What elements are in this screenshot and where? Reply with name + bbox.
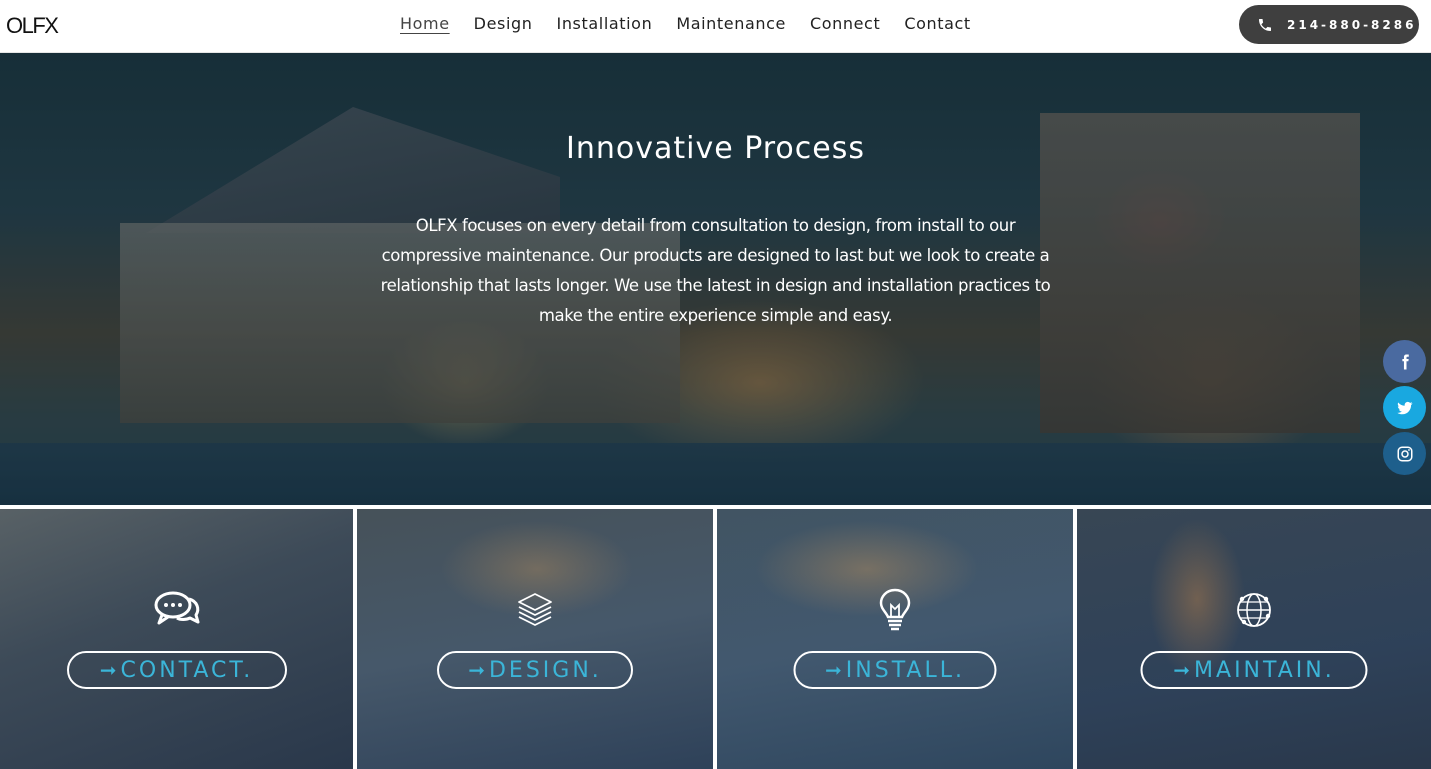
tile-background [717,509,1073,769]
twitter-button[interactable] [1383,386,1426,429]
contact-button-label: CONTACT. [120,657,254,683]
design-button-label: DESIGN. [488,657,602,683]
nav-maintenance[interactable]: Maintenance [664,14,798,34]
maintain-button-label: MAINTAIN. [1194,657,1335,683]
tile-background [1077,509,1431,769]
install-button[interactable]: ➞ INSTALL. [793,651,997,689]
install-button-label: INSTALL. [845,657,965,683]
facebook-button[interactable] [1383,340,1426,383]
arrow-right-icon: ➞ [99,658,117,682]
contact-button[interactable]: ➞ CONTACT. [66,651,287,689]
design-button[interactable]: ➞ DESIGN. [437,651,633,689]
arrow-right-icon: ➞ [468,658,485,682]
arrow-right-icon: ➞ [825,658,842,682]
hero-description: OLFX focuses on every detail from consul… [380,216,1051,325]
tile-background [0,509,353,769]
twitter-icon [1396,401,1413,414]
arrow-right-icon: ➞ [1173,658,1191,682]
lightbulb-icon [871,587,919,633]
hero-section: Innovative Process OLFX focuses on every… [0,53,1431,505]
logo[interactable]: OLFX [6,13,59,39]
nav-installation[interactable]: Installation [545,14,665,34]
phone-button[interactable]: 214-880-8286 [1239,5,1419,44]
phone-icon [1257,17,1273,33]
main-nav: Home Design Installation Maintenance Con… [388,14,983,34]
layers-icon [511,587,559,633]
maintain-button[interactable]: ➞ MAINTAIN. [1140,651,1368,689]
phone-number: 214-880-8286 [1287,17,1417,32]
nav-home[interactable]: Home [388,14,462,34]
tile-design: ➞ DESIGN. [357,509,713,769]
instagram-icon [1397,446,1412,461]
tile-contact: ➞ CONTACT. [0,509,353,769]
chat-bubbles-icon [153,587,201,633]
nav-contact[interactable]: Contact [892,14,982,34]
tile-install: ➞ INSTALL. [717,509,1073,769]
service-tiles: ➞ CONTACT. ➞ DESIGN. ➞ INSTALL. ➞ MAINTA… [0,505,1431,769]
nav-connect[interactable]: Connect [798,14,892,34]
hero-title: Innovative Process [565,131,865,166]
facebook-icon [1401,354,1409,369]
tile-maintain: ➞ MAINTAIN. [1077,509,1431,769]
nav-design[interactable]: Design [462,14,545,34]
instagram-button[interactable] [1383,432,1426,475]
site-header: OLFX Home Design Installation Maintenanc… [0,0,1431,53]
tile-background [357,509,713,769]
globe-network-icon [1230,587,1278,633]
